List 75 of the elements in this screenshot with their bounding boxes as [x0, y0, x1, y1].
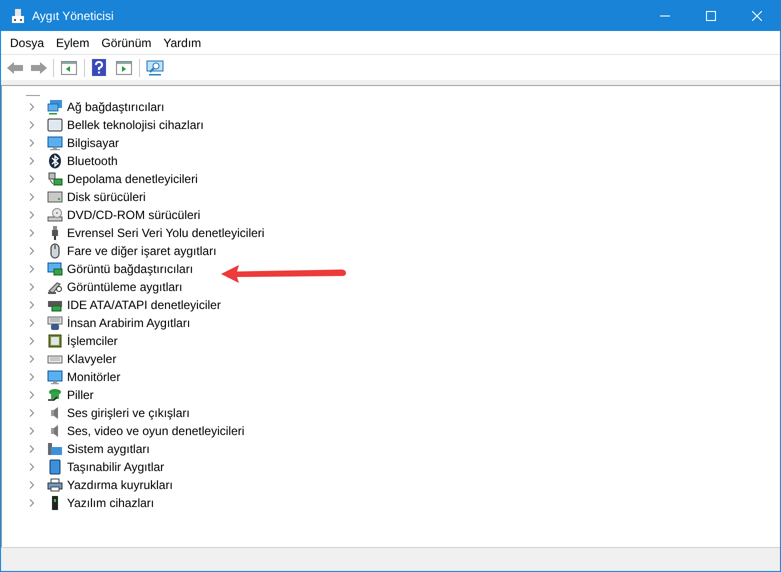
- menu-item[interactable]: Eylem: [50, 31, 96, 54]
- menu-item[interactable]: Yardım: [157, 31, 208, 54]
- expand-chevron-icon[interactable]: [28, 157, 36, 165]
- expand-chevron-icon[interactable]: [28, 337, 36, 345]
- menu-item[interactable]: Görünüm: [95, 31, 158, 54]
- tree-item[interactable]: IDE ATA/ATAPI denetleyiciler: [67, 296, 221, 314]
- expand-chevron-icon[interactable]: [28, 103, 36, 111]
- tree-item[interactable]: Klavyeler: [67, 350, 116, 368]
- tree-item[interactable]: Piller: [67, 386, 94, 404]
- expand-chevron-icon[interactable]: [28, 481, 36, 489]
- display-adapter-icon: [47, 261, 63, 277]
- expand-chevron-icon[interactable]: [28, 445, 36, 453]
- forward-arrow-icon: [31, 62, 47, 74]
- tree-item[interactable]: Ses, video ve oyun denetleyicileri: [67, 422, 244, 440]
- expand-chevron-icon[interactable]: [28, 355, 36, 363]
- expand-chevron-icon[interactable]: [28, 427, 36, 435]
- tree-item[interactable]: Depolama denetleyicileri: [67, 170, 198, 188]
- help-icon: [92, 59, 106, 76]
- tree-item[interactable]: Taşınabilir Aygıtlar: [67, 458, 164, 476]
- expand-chevron-icon[interactable]: [28, 247, 36, 255]
- tree-item[interactable]: Bilgisayar: [67, 134, 120, 152]
- expand-chevron-icon[interactable]: [28, 499, 36, 507]
- maximize-icon: [706, 11, 716, 21]
- network-icon: [47, 99, 63, 115]
- chip-icon: [47, 333, 63, 349]
- tree-item[interactable]: İnsan Arabirim Aygıtları: [67, 314, 190, 332]
- expand-chevron-icon[interactable]: [28, 193, 36, 201]
- expand-chevron-icon[interactable]: [28, 463, 36, 471]
- back-arrow-icon: [7, 62, 23, 74]
- tree-item[interactable]: Yazılım cihazları: [67, 494, 154, 512]
- panel-icon: [116, 60, 132, 74]
- tree-item[interactable]: Fare ve diğer işaret aygıtları: [67, 242, 216, 260]
- scan-button[interactable]: [144, 58, 166, 78]
- close-icon: [752, 11, 762, 21]
- printer-icon: [47, 477, 63, 493]
- tree-item[interactable]: Evrensel Seri Veri Yolu denetleyicileri: [67, 224, 264, 242]
- monitor-search-icon: [146, 60, 164, 76]
- help-button[interactable]: [89, 58, 109, 78]
- expand-chevron-icon[interactable]: [28, 175, 36, 183]
- tablet-icon: [47, 459, 63, 475]
- computer-icon: [47, 135, 63, 151]
- tree-item[interactable]: Monitörler: [67, 368, 120, 386]
- tree-item[interactable]: Ağ bağdaştırıcıları: [67, 98, 164, 116]
- tree-item[interactable]: Ses girişleri ve çıkışları: [67, 404, 190, 422]
- panel-icon: [61, 60, 77, 74]
- tree-item[interactable]: Sistem aygıtları: [67, 440, 150, 458]
- memory-icon: [47, 117, 63, 133]
- menu-item[interactable]: Dosya: [4, 31, 50, 54]
- tree-item[interactable]: Yazdırma kuyrukları: [67, 476, 173, 494]
- device-manager-icon: [10, 8, 26, 24]
- window-title: Aygıt Yöneticisi: [32, 8, 114, 25]
- storage-icon: [47, 171, 63, 187]
- monitor-icon: [47, 369, 63, 385]
- tree-item[interactable]: Görüntü bağdaştırıcıları: [67, 260, 194, 278]
- tree-item[interactable]: DVD/CD-ROM sürücüleri: [67, 206, 200, 224]
- bluetooth-icon: [47, 153, 63, 169]
- expand-chevron-icon[interactable]: [28, 373, 36, 381]
- expand-chevron-icon[interactable]: [28, 229, 36, 237]
- expand-chevron-icon[interactable]: [28, 139, 36, 147]
- expand-chevron-icon[interactable]: [28, 121, 36, 129]
- folder-icon: [47, 441, 63, 457]
- expand-chevron-icon[interactable]: [28, 265, 36, 273]
- expand-chevron-icon[interactable]: [28, 409, 36, 417]
- tree-item[interactable]: Disk sürücüleri: [67, 188, 146, 206]
- expand-chevron-icon[interactable]: [28, 283, 36, 291]
- tree-item[interactable]: İşlemciler: [67, 332, 118, 350]
- expand-chevron-icon[interactable]: [28, 319, 36, 327]
- expand-chevron-icon[interactable]: [28, 391, 36, 399]
- expand-chevron-icon[interactable]: [28, 211, 36, 219]
- tree-item[interactable]: Bluetooth: [67, 152, 118, 170]
- tree-item[interactable]: Bellek teknolojisi cihazları: [67, 116, 204, 134]
- tree-item[interactable]: Görüntüleme aygıtları: [67, 278, 182, 296]
- expand-chevron-icon[interactable]: [28, 301, 36, 309]
- input-device-icon: [47, 315, 63, 331]
- disc-icon: [47, 207, 63, 223]
